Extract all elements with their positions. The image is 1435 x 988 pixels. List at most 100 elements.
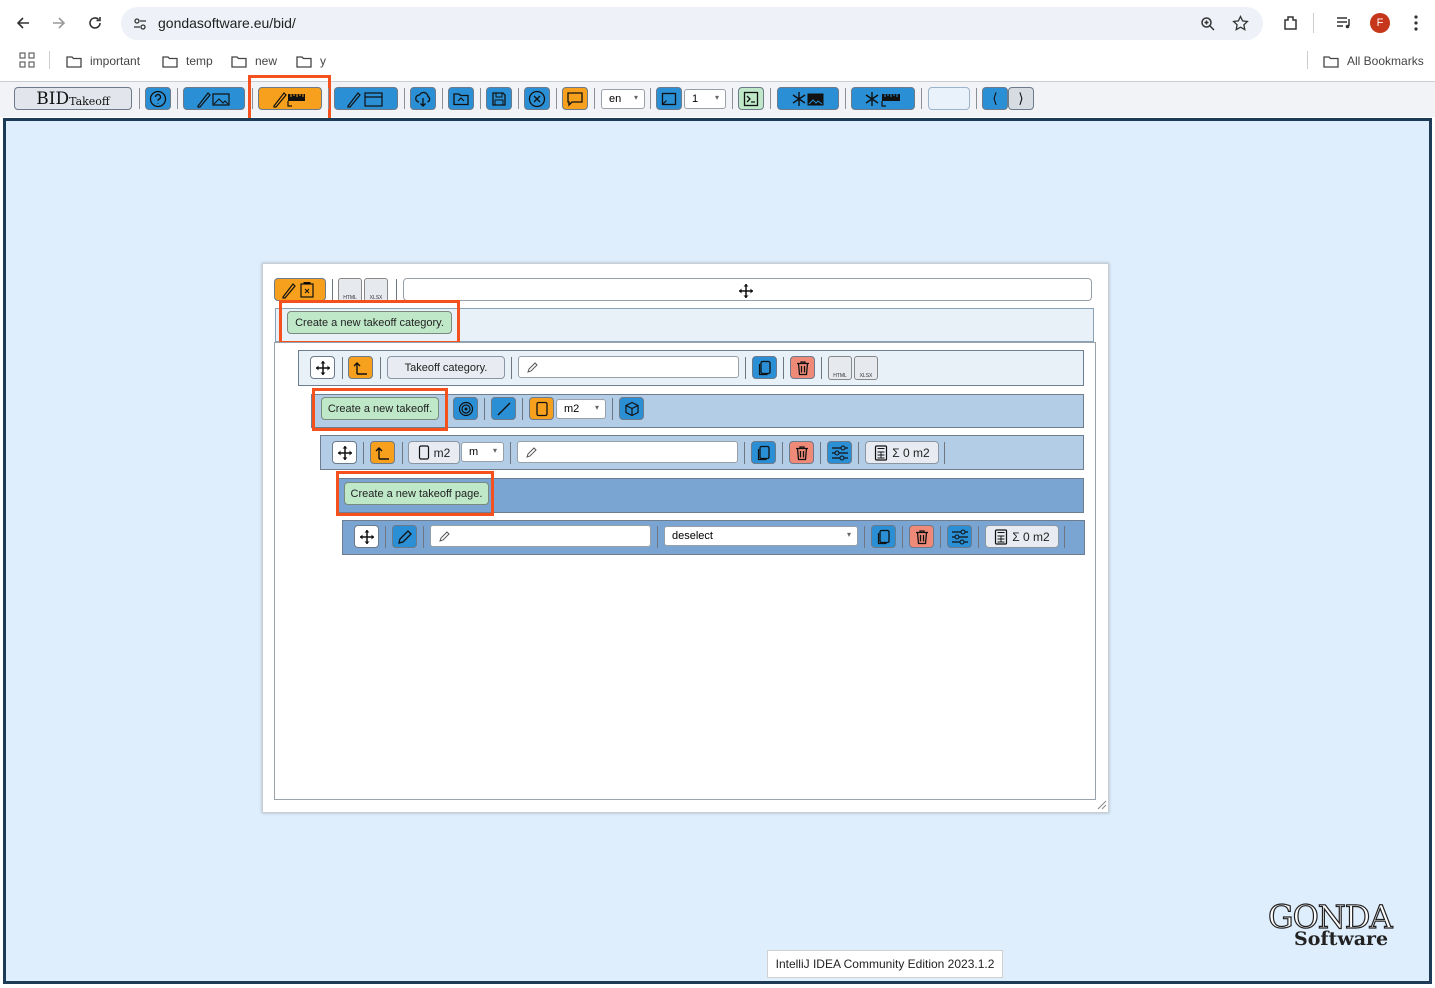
category-duplicate-button[interactable] <box>752 356 777 379</box>
export-xlsx-button[interactable]: XLSX <box>364 278 388 302</box>
chevron-right-icon: ⟩ <box>1018 90 1024 106</box>
bookmark-y[interactable]: y <box>296 52 326 70</box>
category-move-button[interactable] <box>310 356 335 379</box>
page-number-select[interactable]: 1 ▾ <box>684 89 726 109</box>
edit-image-button[interactable] <box>183 87 245 110</box>
takeoff-settings-button[interactable] <box>827 441 852 464</box>
row-separator <box>782 442 783 464</box>
page-number-value: 1 <box>692 93 699 105</box>
page-duplicate-button[interactable] <box>871 525 896 548</box>
takeoff-delete-button[interactable] <box>789 441 814 464</box>
bookmark-star-icon[interactable] <box>1232 15 1249 32</box>
apps-grid-icon[interactable] <box>19 52 35 68</box>
bookmark-new[interactable]: new <box>231 52 277 70</box>
bid-takeoff-logo-button[interactable]: BID Takeoff <box>14 87 132 110</box>
page-delete-button[interactable] <box>909 525 934 548</box>
taskbar-tooltip: IntelliJ IDEA Community Edition 2023.1.2 <box>767 950 1003 978</box>
color-swatch-button[interactable] <box>928 87 970 110</box>
site-settings-icon[interactable] <box>133 17 147 31</box>
folder-open-icon <box>453 92 469 105</box>
help-button[interactable] <box>145 87 171 110</box>
extensions-icon[interactable] <box>1282 14 1300 32</box>
page-settings-button[interactable] <box>947 525 972 548</box>
page-move-button[interactable] <box>354 525 379 548</box>
panel-separator <box>396 279 397 301</box>
category-export-xlsx-button[interactable]: XLSX <box>854 356 878 380</box>
takeoff-move-button[interactable] <box>332 441 357 464</box>
chevron-down-icon: ▾ <box>633 93 638 102</box>
gonda-software-logo: GONDA Software <box>1266 897 1398 952</box>
freeze-ruler-button[interactable] <box>851 87 915 110</box>
bookmark-important[interactable]: important <box>66 52 140 70</box>
takeoff-collapse-button[interactable] <box>370 441 395 464</box>
cloud-download-button[interactable] <box>410 87 436 110</box>
bookmark-temp[interactable]: temp <box>162 52 213 70</box>
resize-grip-icon[interactable] <box>1097 800 1107 810</box>
back-button[interactable] <box>10 10 36 36</box>
app-toolbar: BID Takeoff en ▾ 1 ▾ ⟨ ⟩ <box>0 75 1435 121</box>
takeoff-area-unit-select[interactable]: m2 ▾ <box>556 399 606 419</box>
row-separator <box>821 357 822 379</box>
close-project-button[interactable] <box>524 87 550 110</box>
comment-button[interactable] <box>562 87 588 110</box>
page-edit-button[interactable] <box>392 525 417 548</box>
logo-main: BID <box>36 88 70 109</box>
row-separator <box>944 442 945 464</box>
panel-separator <box>332 279 333 301</box>
page-frame-icon <box>661 92 677 105</box>
category-name-input[interactable] <box>518 356 739 378</box>
takeoff-unit-select[interactable]: m ▾ <box>461 442 504 462</box>
takeoff-unit-label[interactable]: m2 <box>408 441 460 464</box>
page-selection-select[interactable]: deselect ▾ <box>664 526 858 546</box>
row-separator <box>1064 526 1065 548</box>
takeoff-name-input[interactable] <box>517 441 738 463</box>
all-bookmarks[interactable]: All Bookmarks <box>1323 52 1424 70</box>
save-icon <box>492 91 506 106</box>
save-button[interactable] <box>486 87 512 110</box>
address-bar[interactable]: gondasoftware.eu/bid/ <box>121 7 1263 40</box>
takeoff-count-button[interactable] <box>453 397 478 420</box>
forward-button[interactable] <box>46 10 72 36</box>
arrow-right-icon <box>53 17 66 29</box>
takeoff-volume-button[interactable] <box>619 397 644 420</box>
category-name-label[interactable]: Takeoff category. <box>387 356 505 379</box>
pencil-icon <box>439 531 450 542</box>
export-html-button[interactable]: HTML <box>338 278 362 302</box>
chevron-down-icon: ▾ <box>594 403 599 412</box>
reload-button[interactable] <box>82 10 108 36</box>
url-text[interactable]: gondasoftware.eu/bid/ <box>158 15 296 31</box>
console-button[interactable] <box>738 87 764 110</box>
page-name-input[interactable] <box>430 525 651 547</box>
category-delete-button[interactable] <box>790 356 815 379</box>
zoom-icon[interactable] <box>1200 16 1216 32</box>
browser-chrome: gondasoftware.eu/bid/ F important temp n… <box>0 0 1435 81</box>
language-select[interactable]: en ▾ <box>601 89 645 109</box>
new-takeoff-sheet-button[interactable] <box>274 278 326 301</box>
takeoff-duplicate-button[interactable] <box>751 441 776 464</box>
row-separator <box>363 442 364 464</box>
page-view-button[interactable] <box>656 87 682 110</box>
profile-avatar[interactable]: F <box>1370 13 1390 33</box>
pencil-icon <box>527 362 538 373</box>
previous-button[interactable]: ⟨ <box>982 87 1008 110</box>
open-folder-button[interactable] <box>448 87 474 110</box>
category-collapse-button[interactable] <box>348 356 373 379</box>
panel-drag-bar[interactable] <box>403 278 1092 301</box>
takeoff-area-button[interactable] <box>529 397 554 420</box>
takeoff-length-button[interactable] <box>491 397 516 420</box>
page-sum-button[interactable]: Σ 0 m2 <box>985 525 1059 548</box>
category-export-html-button[interactable]: HTML <box>828 356 852 380</box>
help-icon <box>149 90 167 107</box>
takeoff-sum-button[interactable]: Σ 0 m2 <box>865 441 939 464</box>
menu-kebab-icon[interactable] <box>1408 14 1424 32</box>
row-separator <box>423 526 424 548</box>
toolbar-separator <box>404 88 405 109</box>
edit-document-button[interactable] <box>334 87 398 110</box>
toolbar-separator <box>177 88 178 109</box>
media-controls-icon[interactable] <box>1335 14 1353 32</box>
freeze-image-button[interactable] <box>777 87 839 110</box>
next-button[interactable]: ⟩ <box>1008 87 1034 110</box>
toolbar-separator <box>518 88 519 109</box>
copy-icon <box>758 360 771 375</box>
toolbar-separator <box>556 88 557 109</box>
